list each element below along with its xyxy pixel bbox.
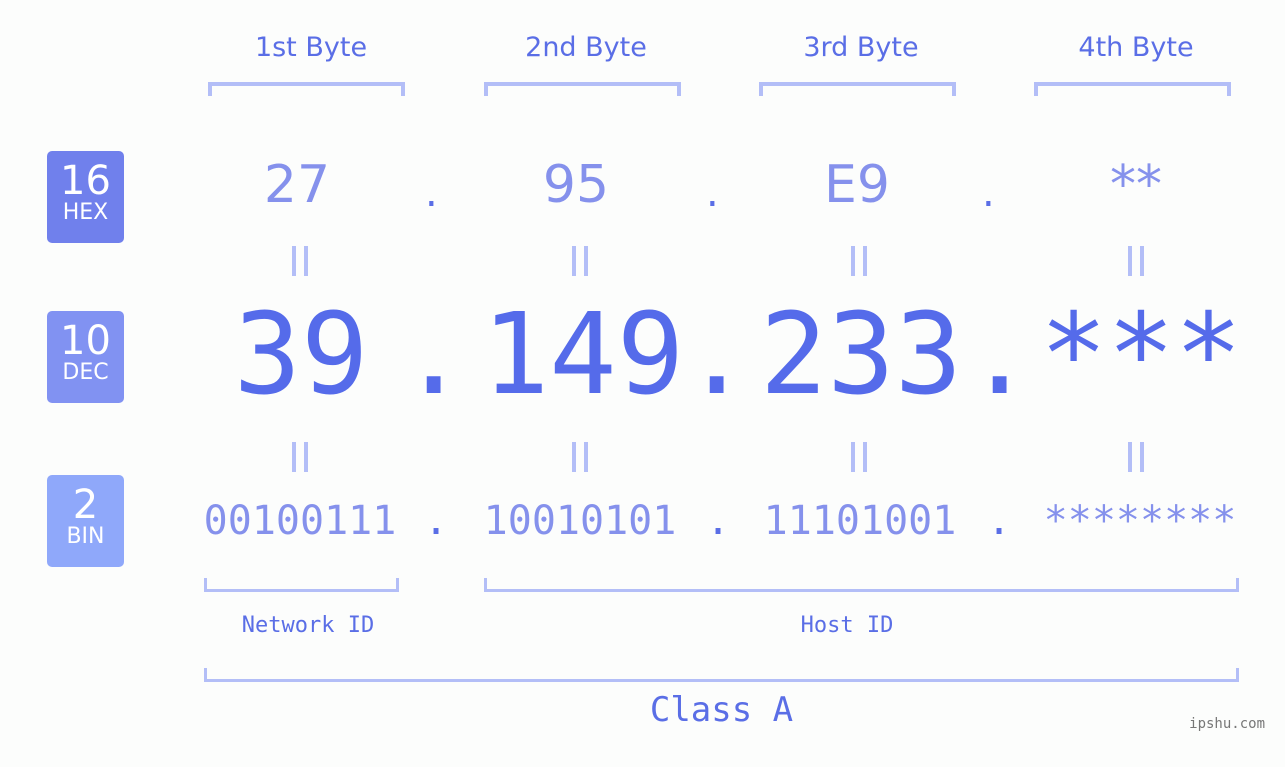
host-id-bracket — [484, 578, 1239, 592]
watermark: ipshu.com — [1189, 716, 1265, 732]
equals-icon — [572, 246, 588, 276]
dec-byte-4: *** — [1039, 290, 1243, 420]
dec-base-label: DEC — [62, 360, 109, 385]
host-id-label: Host ID — [800, 613, 894, 638]
hex-byte-1: 27 — [263, 155, 331, 215]
bin-separator-2: . — [706, 498, 731, 544]
bin-byte-1: 00100111 — [203, 498, 397, 544]
hex-separator-3: . — [982, 170, 995, 216]
hex-base-label: HEX — [62, 200, 109, 225]
hex-badge: 16 HEX — [47, 151, 124, 243]
equals-icon — [572, 442, 588, 472]
bin-byte-2: 10010101 — [483, 498, 677, 544]
class-bracket — [204, 668, 1239, 682]
network-id-bracket — [204, 578, 399, 592]
bin-byte-3: 11101001 — [763, 498, 957, 544]
byte-header-2: 2nd Byte — [525, 32, 647, 63]
bin-separator-3: . — [987, 498, 1012, 544]
equals-icon — [851, 442, 867, 472]
byte-bracket-2 — [484, 82, 681, 96]
dec-byte-1: 39 — [233, 290, 369, 420]
bin-separator-1: . — [424, 498, 449, 544]
hex-separator-2: . — [706, 170, 719, 216]
byte-bracket-3 — [759, 82, 956, 96]
ip-class-label: Class A — [649, 690, 794, 730]
hex-separator-1: . — [425, 170, 438, 216]
byte-header-4: 4th Byte — [1078, 32, 1194, 63]
dec-badge: 10 DEC — [47, 311, 124, 403]
hex-byte-2: 95 — [542, 155, 610, 215]
byte-bracket-4 — [1034, 82, 1231, 96]
bin-base-label: BIN — [66, 524, 105, 549]
dec-byte-3: 233 — [759, 290, 963, 420]
equals-icon — [851, 246, 867, 276]
equals-icon — [1128, 246, 1144, 276]
hex-base-number: 16 — [60, 158, 111, 204]
dec-byte-2: 149 — [481, 290, 685, 420]
byte-bracket-1 — [208, 82, 405, 96]
byte-header-1: 1st Byte — [254, 32, 368, 63]
hex-byte-3: E9 — [824, 155, 890, 215]
bin-byte-4: ******** — [1043, 498, 1237, 544]
byte-header-3: 3rd Byte — [803, 32, 919, 63]
equals-icon — [292, 442, 308, 472]
bin-base-number: 2 — [72, 482, 99, 528]
hex-byte-4: ** — [1110, 155, 1162, 215]
dec-base-number: 10 — [60, 318, 111, 364]
bin-badge: 2 BIN — [47, 475, 124, 567]
equals-icon — [1128, 442, 1144, 472]
network-id-label: Network ID — [241, 613, 375, 638]
equals-icon — [292, 246, 308, 276]
